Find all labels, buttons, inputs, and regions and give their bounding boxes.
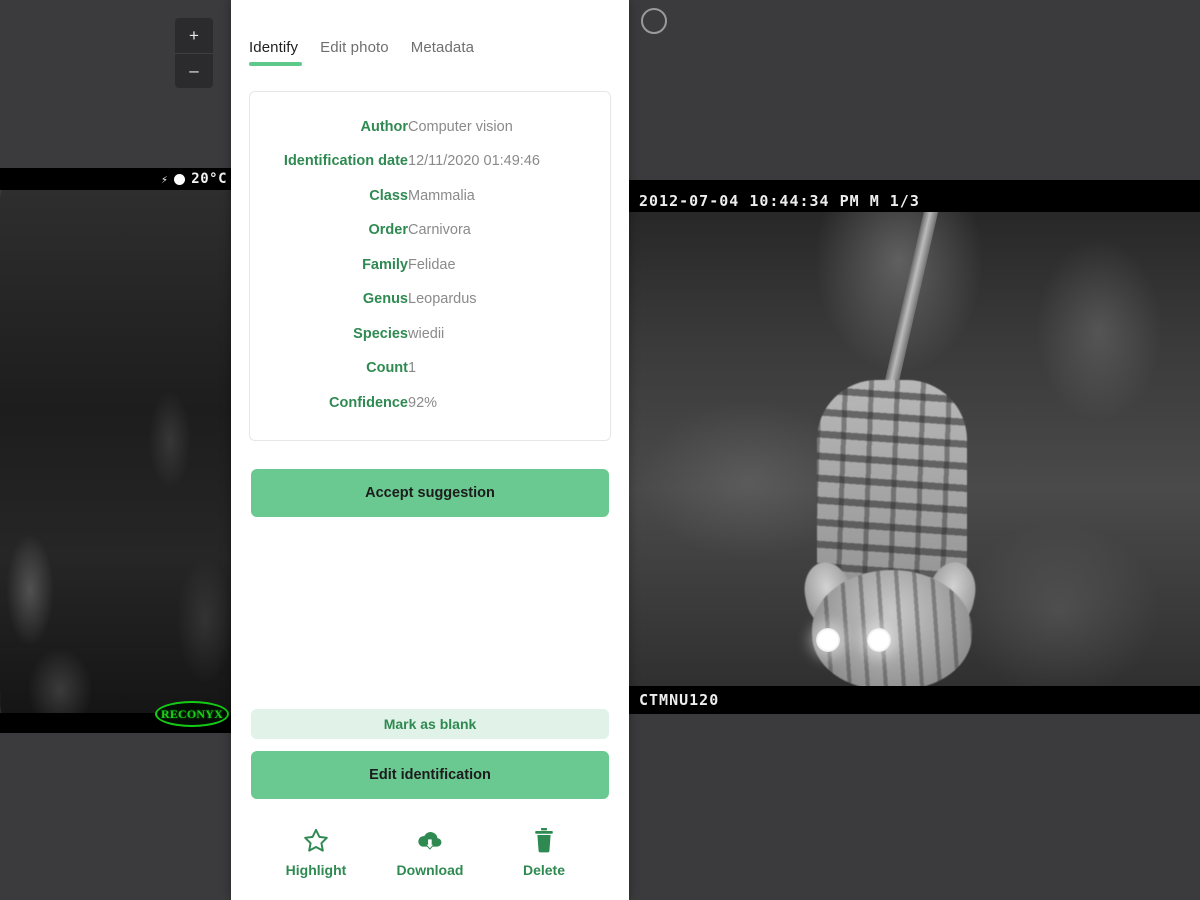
app-root: + – ⚡ 20°C RECONYX 2012-07-04 10:44:34 P… xyxy=(0,0,1200,900)
row-value-confidence: 92% xyxy=(408,394,438,411)
zoom-in-button[interactable]: + xyxy=(175,18,213,54)
row-value-identification-date: 12/11/2020 01:49:46 xyxy=(408,153,540,170)
highlight-label: Highlight xyxy=(285,862,347,878)
photo-camera-id-stamp: CTMNU120 xyxy=(629,686,1200,714)
table-row: Family Felidae xyxy=(258,248,592,282)
panel-spacer xyxy=(231,517,629,709)
download-label: Download xyxy=(396,862,464,878)
row-label-confidence: Confidence xyxy=(329,394,408,411)
row-value-count: 1 xyxy=(408,360,417,377)
tab-edit-photo[interactable]: Edit photo xyxy=(320,39,389,66)
temperature-readout: 20°C xyxy=(191,171,227,187)
table-row: Order Carnivora xyxy=(258,213,592,247)
table-row: Identification date 12/11/2020 01:49:46 xyxy=(258,144,592,178)
left-photo-viewer: + – ⚡ 20°C RECONYX xyxy=(0,0,231,900)
margay-eyeshine-right xyxy=(867,628,891,652)
left-photo-info-bar: ⚡ 20°C xyxy=(0,168,231,190)
plus-icon: + xyxy=(189,25,199,45)
panel-tabs: Identify Edit photo Metadata xyxy=(231,0,629,66)
cloud-download-icon xyxy=(416,827,444,853)
right-trailcam-photo[interactable]: 2012-07-04 10:44:34 PM M 1/3 CTMNU120 xyxy=(629,180,1200,714)
zoom-controls: + – xyxy=(175,18,213,88)
right-photo-viewer: 2012-07-04 10:44:34 PM M 1/3 CTMNU120 xyxy=(629,0,1200,900)
row-label-genus: Genus xyxy=(362,291,408,308)
identification-card: Author Computer vision Identification da… xyxy=(249,91,611,442)
photo-timestamp-stamp: 2012-07-04 10:44:34 PM M 1/3 xyxy=(629,190,1200,212)
lightning-bolt-icon: ⚡ xyxy=(161,172,169,186)
reconyx-logo: RECONYX xyxy=(155,701,229,727)
delete-action[interactable]: Delete xyxy=(496,827,592,878)
mark-as-blank-button[interactable]: Mark as blank xyxy=(251,709,609,739)
identification-panel: Identify Edit photo Metadata Author Comp… xyxy=(231,0,629,900)
table-row: Count 1 xyxy=(258,351,592,385)
row-value-family: Felidae xyxy=(408,256,456,273)
trash-icon xyxy=(532,827,556,853)
row-value-genus: Leopardus xyxy=(408,291,477,308)
zoom-out-button[interactable]: – xyxy=(175,54,213,89)
left-trailcam-photo[interactable]: ⚡ 20°C RECONYX xyxy=(0,168,231,733)
right-photo-top-cap xyxy=(629,180,1200,190)
table-row: Author Computer vision xyxy=(258,110,592,144)
row-value-order: Carnivora xyxy=(408,222,471,239)
row-value-author: Computer vision xyxy=(408,119,513,135)
table-row: Genus Leopardus xyxy=(258,282,592,316)
row-label-order: Order xyxy=(368,222,409,239)
row-label-family: Family xyxy=(362,256,408,273)
camera-shutter-circle-icon[interactable] xyxy=(641,8,667,34)
identification-table: Author Computer vision Identification da… xyxy=(258,110,592,420)
margay-head xyxy=(812,570,972,690)
row-value-species: wiedii xyxy=(408,325,445,342)
moon-phase-icon xyxy=(174,173,186,185)
edit-identification-button[interactable]: Edit identification xyxy=(251,751,609,799)
download-action[interactable]: Download xyxy=(382,827,478,878)
panel-action-bar: Highlight Download Delete xyxy=(231,799,629,900)
row-label-count: Count xyxy=(366,360,408,377)
row-label-identification-date: Identification date xyxy=(283,153,408,170)
highlight-action[interactable]: Highlight xyxy=(268,827,364,878)
table-row: Class Mammalia xyxy=(258,179,592,213)
star-outline-icon xyxy=(303,827,329,853)
margay-eyeshine-left xyxy=(816,628,840,652)
row-value-class: Mammalia xyxy=(408,187,475,204)
minus-icon: – xyxy=(189,61,199,81)
row-label-author: Author xyxy=(360,119,408,135)
tab-metadata[interactable]: Metadata xyxy=(411,39,474,66)
tab-identify[interactable]: Identify xyxy=(249,39,303,66)
row-label-class: Class xyxy=(369,187,408,204)
left-photo-scene xyxy=(0,190,231,713)
table-row: Confidence 92% xyxy=(258,386,592,420)
accept-suggestion-button[interactable]: Accept suggestion xyxy=(251,469,609,518)
row-label-species: Species xyxy=(353,325,408,342)
table-row: Species wiedii xyxy=(258,317,592,351)
delete-label: Delete xyxy=(522,862,566,878)
